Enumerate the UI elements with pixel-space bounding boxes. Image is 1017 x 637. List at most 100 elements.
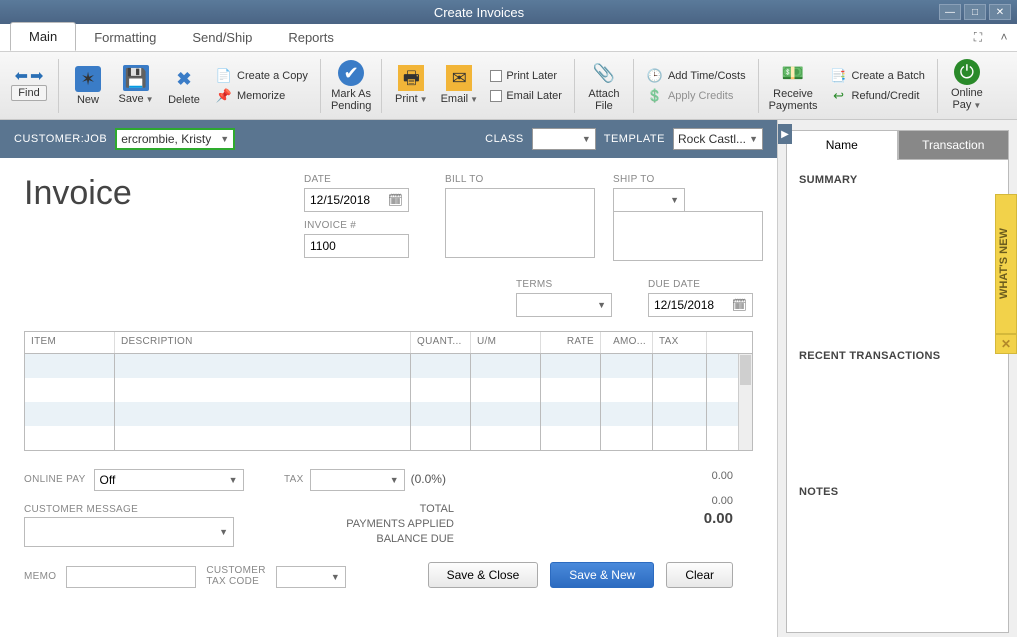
notes-header: NOTES [799,486,996,498]
balance-label: BALANCE DUE [376,533,454,545]
checkbox-icon [490,70,502,82]
template-label: TEMPLATE [604,133,665,145]
date-label: DATE [304,174,409,185]
tax-label: TAX [284,474,304,485]
ribbon-toolbar: ⬅ ➡ Find ✶New 💾Save▼ ✖Delete 📄Create a C… [0,52,1017,120]
custtax-dropdown[interactable]: ▼ [276,566,346,588]
save-button[interactable]: 💾Save▼ [113,56,159,116]
grid-body[interactable] [25,354,752,450]
custtax-label: CUSTOMER TAX CODE [206,565,265,587]
balance-value: 0.00 [704,510,733,527]
find-button[interactable]: ⬅ ➡ Find [6,56,52,116]
terms-dropdown[interactable]: ▼ [516,293,612,317]
col-tax[interactable]: TAX [653,332,707,353]
email-button[interactable]: ✉Email▼ [436,56,482,116]
billto-field[interactable] [445,188,595,258]
create-copy-button[interactable]: 📄Create a Copy [209,66,314,86]
print-button[interactable]: 🖶Print▼ [388,56,434,116]
onlinepay-label: ONLINE PAY [24,474,86,485]
custmsg-dropdown[interactable]: ▼ [24,517,234,547]
tab-formatting[interactable]: Formatting [76,24,174,51]
minimize-icon[interactable]: — [939,4,961,20]
arrow-left-icon[interactable]: ⬅ [15,71,28,83]
shipto-field[interactable] [613,211,763,261]
new-icon: ✶ [75,66,101,92]
right-panel: ▶ Name Transaction SUMMARY RECENT TRANSA… [777,120,1017,637]
memorize-button[interactable]: 📌Memorize [209,86,314,106]
refund-button[interactable]: ↩Refund/Credit [824,86,931,106]
power-icon: ⏻ [954,59,980,85]
new-button[interactable]: ✶New [65,56,111,116]
page-title: Invoice [24,174,304,261]
customer-job-dropdown[interactable]: ercrombie, Kristy▼ [115,128,235,150]
chevron-up-icon[interactable]: ˄ [995,29,1013,45]
duedate-field[interactable]: 12/15/2018🗓 [648,293,753,317]
save-new-button[interactable]: Save & New [550,562,654,588]
mark-pending-button[interactable]: ✔Mark As Pending [327,56,375,116]
shipto-label: SHIP TO [613,174,763,185]
close-icon[interactable]: ✕ [989,4,1011,20]
receive-payments-button[interactable]: 💵Receive Payments [765,56,822,116]
clock-icon: 🕒 [646,67,664,85]
payment-icon: 💵 [780,60,806,86]
invoice-num-field[interactable]: 1100 [304,234,409,258]
payments-value: 0.00 [712,495,733,507]
tab-reports[interactable]: Reports [270,24,352,51]
line-items-grid: ITEM DESCRIPTION QUANT... U/M RATE AMO..… [24,331,753,451]
custmsg-label: CUSTOMER MESSAGE [24,504,138,515]
col-item[interactable]: ITEM [25,332,115,353]
date-field[interactable]: 12/15/2018🗓 [304,188,409,212]
fullscreen-icon[interactable]: ⛶ [969,29,987,45]
attach-file-button[interactable]: 📎Attach File [581,56,627,116]
apply-credits-button[interactable]: 💲Apply Credits [640,86,752,106]
save-close-button[interactable]: Save & Close [428,562,539,588]
whats-new-close-icon[interactable]: ✕ [995,334,1017,354]
arrow-right-icon[interactable]: ➡ [30,71,43,83]
print-later-check[interactable]: Print Later [484,66,568,86]
email-later-check[interactable]: Email Later [484,86,568,106]
col-description[interactable]: DESCRIPTION [115,332,411,353]
template-dropdown[interactable]: Rock Castl...▼ [673,128,763,150]
col-um[interactable]: U/M [471,332,541,353]
menu-tabs: Main Formatting Send/Ship Reports ⛶ ˄ [0,24,1017,52]
create-batch-button[interactable]: 📑Create a Batch [824,66,931,86]
tab-main[interactable]: Main [10,22,76,51]
delete-icon: ✖ [171,66,197,92]
tax-amount: 0.00 [712,470,733,482]
copy-icon: 📄 [215,67,233,85]
class-dropdown[interactable]: ▼ [532,128,596,150]
credits-icon: 💲 [646,87,664,105]
memorize-icon: 📌 [215,87,233,105]
find-label: Find [11,85,46,101]
customer-bar: CUSTOMER:JOB ercrombie, Kristy▼ CLASS ▼ … [0,120,777,158]
tab-transaction[interactable]: Transaction [898,130,1010,160]
payments-label: PAYMENTS APPLIED [346,518,454,530]
online-pay-button[interactable]: ⏻Online Pay▼ [944,56,990,116]
col-amount[interactable]: AMO... [601,332,653,353]
title-bar: Create Invoices — □ ✕ [0,0,1017,24]
whats-new-tab[interactable]: WHAT'S NEW [995,194,1017,334]
col-quantity[interactable]: QUANT... [411,332,471,353]
grid-scrollbar[interactable] [738,354,752,450]
shipto-dropdown[interactable]: ▼ [613,188,685,212]
checkbox-icon [490,90,502,102]
calendar-icon[interactable]: 🗓 [388,193,403,207]
check-icon: ✔ [338,60,364,86]
tab-name[interactable]: Name [786,130,898,160]
window-title: Create Invoices [22,5,936,20]
email-icon: ✉ [446,65,472,91]
clear-button[interactable]: Clear [666,562,733,588]
delete-button[interactable]: ✖Delete [161,56,207,116]
maximize-icon[interactable]: □ [964,4,986,20]
onlinepay-dropdown[interactable]: Off▼ [94,469,244,491]
memo-label: MEMO [24,571,56,582]
tab-sendship[interactable]: Send/Ship [174,24,270,51]
collapse-icon[interactable]: ▶ [778,124,792,144]
memo-field[interactable] [66,566,196,588]
batch-icon: 📑 [830,67,848,85]
add-time-button[interactable]: 🕒Add Time/Costs [640,66,752,86]
recent-header: RECENT TRANSACTIONS [799,350,996,362]
tax-dropdown[interactable]: ▼ [310,469,405,491]
calendar-icon[interactable]: 🗓 [732,298,747,312]
col-rate[interactable]: RATE [541,332,601,353]
